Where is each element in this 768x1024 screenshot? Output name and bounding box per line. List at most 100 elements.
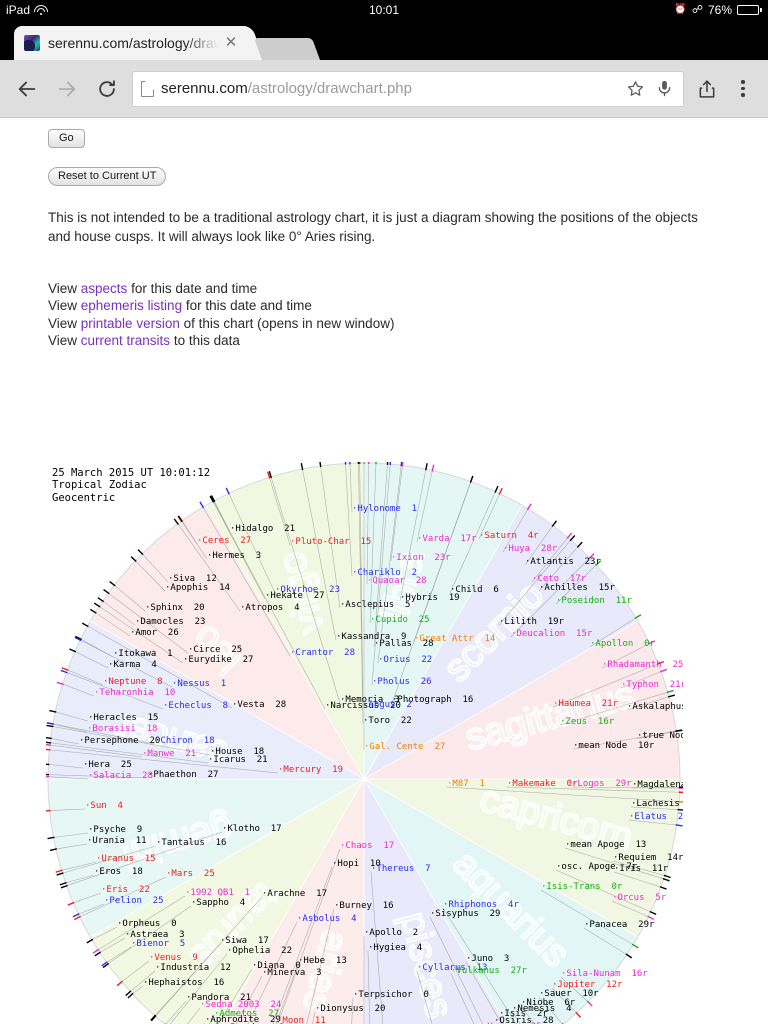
link-line-aspects: View aspects for this date and time	[48, 280, 756, 297]
chart-object-label: ·Lilith 19r	[499, 617, 565, 627]
chart-object-label: ·Vulkanus 27r	[451, 966, 527, 976]
back-arrow-icon[interactable]	[12, 74, 42, 104]
chart-object-label: ·Cupido 25	[370, 615, 430, 625]
chart-object-label: ·Thereus 7	[371, 864, 431, 874]
chart-object-label: ·Eurydike 27	[183, 655, 254, 665]
battery-icon	[737, 5, 762, 15]
chart-object-label: ·Varda 17r	[417, 534, 477, 544]
chart-object-label: ·Nessus 1	[172, 679, 227, 689]
chart-object-label: ·mean Apoge 13	[565, 840, 647, 850]
link-line-transits: View current transits to this data	[48, 332, 756, 349]
chart-object-label: ·Mercury 19	[278, 765, 344, 775]
chart-object-label: ·Asbolus 4	[297, 914, 357, 924]
link-suffix: to this data	[170, 332, 240, 348]
chart-object-label: ·Eris 22	[101, 885, 150, 895]
site-favicon	[24, 35, 40, 51]
chart-header-text: 25 March 2015 UT 10:01:12 Tropical Zodia…	[52, 467, 211, 504]
chart-object-label: ·Crantor 28	[290, 648, 356, 658]
chart-object-label: ·Hermes 3	[207, 551, 262, 561]
chart-object-label: ·Vesta 28	[232, 700, 287, 710]
chart-object-label: ·Siwa 17	[220, 936, 269, 946]
chart-object-label: ·Makemake 0r	[507, 779, 578, 789]
chart-object-label: ·Toro 22	[363, 716, 412, 726]
link-prefix: View	[48, 332, 81, 348]
chart-object-label: ·Achilles 15r	[539, 583, 615, 593]
chart-object-label: ·Pallas 28	[374, 639, 434, 649]
chart-object-label: ·Haumea 21r	[553, 699, 619, 709]
chart-object-label: ·true Node 1	[637, 731, 683, 741]
chart-object-label: ·Ophelia 22	[227, 946, 293, 956]
astrology-chart[interactable]: aries taurus gemini cancer leo virgo libra scor…	[46, 462, 683, 1024]
reset-to-current-ut-button[interactable]: Reset to Current UT	[48, 167, 167, 186]
chart-object-label: ·Orpheus 0	[117, 919, 177, 929]
chart-object-label: ·Bienor 5	[131, 939, 186, 949]
battery-percent-label: 76%	[707, 3, 732, 17]
chart-object-label: ·Teharonhia 10	[94, 688, 176, 698]
link-prefix: View	[48, 315, 81, 331]
forward-arrow-icon[interactable]	[52, 74, 82, 104]
chart-object-label: ·Arachne 17	[262, 889, 328, 899]
current-transits-link[interactable]: current transits	[81, 333, 170, 348]
bluetooth-icon: ☍	[691, 3, 703, 16]
share-icon[interactable]	[694, 74, 720, 104]
chart-object-label: ·Manwe 21	[142, 749, 197, 759]
chart-object-label: ·Urania 11	[87, 836, 147, 846]
chart-object-label: ·Elatus 23r	[629, 812, 683, 822]
chart-object-label: ·Sphinx 20	[145, 603, 205, 613]
address-bar[interactable]: serennu.com/astrology/drawchart.php	[132, 70, 684, 107]
chart-object-label: ·Ceres 27	[197, 536, 252, 546]
chart-object-label: ·Hidalgo 21	[230, 524, 296, 534]
chart-object-label: ·Hebe 13	[298, 956, 347, 966]
chart-object-label: ·Pelion 25	[104, 896, 164, 906]
chart-object-label: ·Logos 29r	[572, 779, 632, 789]
microphone-icon[interactable]	[653, 78, 675, 100]
chart-object-label: ·Minerva 3	[262, 968, 322, 978]
view-links-list: View aspects for this date and time View…	[48, 280, 756, 349]
chart-object-label: ·Asclepius 5	[340, 600, 411, 610]
url-domain: serennu.com	[161, 80, 248, 97]
chart-object-label: ·Huya 28r	[503, 544, 558, 554]
chart-object-label: ·Tantalus 16	[156, 838, 227, 848]
chart-object-label: ·Orius 22	[378, 655, 433, 665]
link-line-printable: View printable version of this chart (op…	[48, 315, 756, 332]
chart-object-label: ·Circe 25	[188, 645, 243, 655]
chart-object-label: ·mean Node 10r	[573, 741, 655, 751]
chart-object-label: ·M87 1	[447, 779, 485, 789]
chart-object-label: ·Panacea 29r	[584, 920, 655, 930]
chart-object-label: ·Typhon 21r	[621, 680, 683, 690]
chart-object-label: ·Magdalena	[632, 780, 683, 790]
browser-tab[interactable]: serennu.com/astrology/drawchart.php ✕	[14, 26, 246, 60]
chart-object-label: ·Iris 11r	[614, 864, 669, 874]
chart-object-label: ·Echeclus 8	[163, 701, 229, 711]
link-line-ephemeris: View ephemeris listing for this date and…	[48, 297, 756, 314]
chart-object-label: ·Rhadamanth 25r	[602, 660, 683, 670]
printable-version-link[interactable]: printable version	[81, 316, 180, 331]
chart-object-label: ·Mars 25	[166, 869, 215, 879]
chart-object-label: ·Quaoar 28	[367, 576, 427, 586]
chart-object-label: ·Burney 16	[334, 901, 394, 911]
chart-object-label: ·Askalaphus 1	[627, 702, 683, 712]
link-suffix: of this chart (opens in new window)	[179, 315, 395, 331]
star-icon[interactable]	[624, 78, 646, 100]
chart-object-label: ·Icarus 21	[208, 755, 268, 765]
close-icon[interactable]: ✕	[222, 34, 240, 52]
ephemeris-listing-link[interactable]: ephemeris listing	[81, 298, 182, 313]
reload-icon[interactable]	[92, 74, 122, 104]
chart-object-label: ·Hygiea 4	[368, 943, 423, 953]
chart-object-label: ·Orcus 5r	[612, 893, 667, 903]
chart-object-label: ·Damocles 23	[135, 617, 206, 627]
url-text: serennu.com/astrology/drawchart.php	[161, 80, 412, 97]
chart-object-label: ·Industria 12	[155, 963, 231, 973]
overflow-menu-icon[interactable]	[730, 74, 756, 104]
new-tab-stub[interactable]	[253, 38, 321, 60]
chart-object-label: ·Neptune 8	[103, 677, 163, 687]
chart-object-label: ·Lachesis 2	[631, 799, 680, 809]
chart-object-label: ·Chaos 17	[340, 841, 395, 851]
chart-object-label: ·Hephaistos 16	[143, 978, 225, 988]
go-button[interactable]: Go	[48, 129, 85, 148]
chart-object-label: ·Phaethon 27	[148, 770, 219, 780]
aspects-link[interactable]: aspects	[81, 281, 128, 296]
url-path: /astrology/drawchart.php	[247, 80, 412, 97]
chart-object-label: ·Pholus 26	[372, 677, 432, 687]
browser-tab-strip: serennu.com/astrology/drawchart.php ✕	[0, 20, 768, 60]
